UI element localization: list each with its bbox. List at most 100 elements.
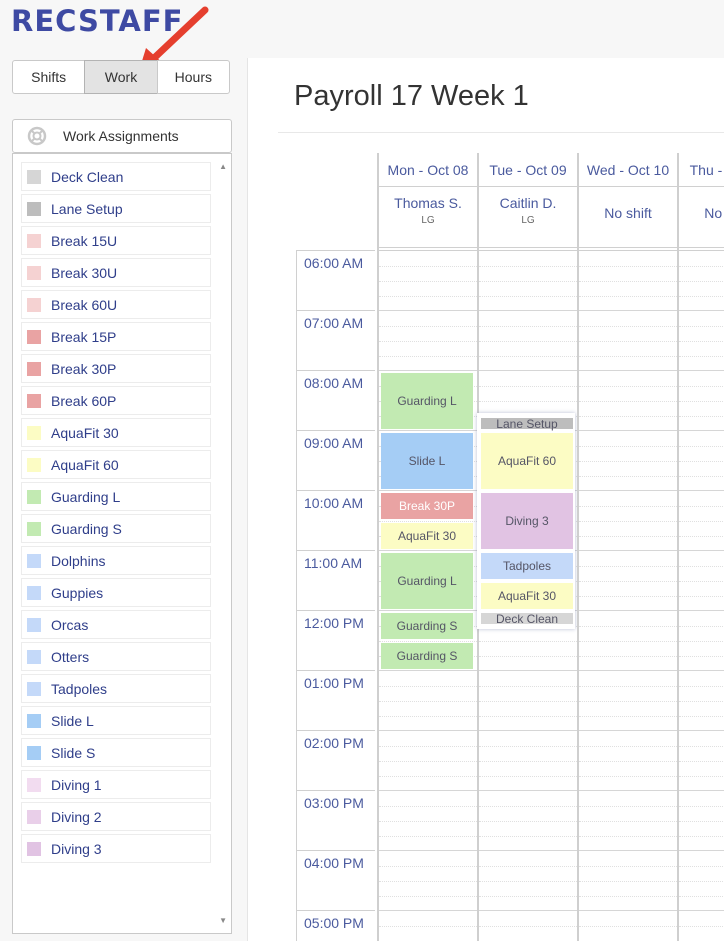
staff-cell[interactable]: No shift (579, 187, 677, 248)
hour-line (379, 670, 477, 671)
quarter-hour-line (479, 776, 577, 777)
view-tabs: Shifts Work Hours (12, 60, 230, 94)
work-assignment-item[interactable]: Deck Clean (21, 162, 211, 191)
work-assignment-item[interactable]: Guppies (21, 578, 211, 607)
scroll-up-arrow-icon[interactable]: ▲ (219, 162, 227, 171)
quarter-hour-line (579, 356, 677, 357)
quarter-hour-line (479, 836, 577, 837)
hour-line (379, 790, 477, 791)
quarter-hour-line (679, 896, 724, 897)
time-slot: 03:00 PM (297, 791, 375, 851)
assignment-block[interactable]: Break 30P (381, 493, 473, 519)
quarter-hour-line (579, 461, 677, 462)
assignment-label: AquaFit 60 (497, 454, 557, 468)
assignment-block[interactable]: Diving 3 (481, 493, 573, 549)
assignment-block[interactable]: Guarding L (381, 373, 473, 429)
work-assignment-item[interactable]: Orcas (21, 610, 211, 639)
assignment-block[interactable]: Guarding S (381, 613, 473, 639)
work-assignment-item[interactable]: Lane Setup (21, 194, 211, 223)
work-assignment-item[interactable]: Break 15U (21, 226, 211, 255)
quarter-hour-line (579, 896, 677, 897)
quarter-hour-line (679, 386, 724, 387)
assignment-block[interactable]: AquaFit 30 (381, 523, 473, 549)
work-assignment-label: Diving 3 (51, 840, 102, 857)
work-assignment-item[interactable]: Slide S (21, 738, 211, 767)
hour-line (579, 910, 677, 911)
work-assignment-label: Slide S (51, 744, 96, 761)
hour-line (679, 370, 724, 371)
assignment-label: Slide L (408, 454, 446, 468)
time-label: 02:00 PM (304, 735, 364, 751)
tab-shifts[interactable]: Shifts (12, 60, 86, 94)
work-assignment-item[interactable]: Break 30U (21, 258, 211, 287)
work-assignment-item[interactable]: Tadpoles (21, 674, 211, 703)
hour-line (379, 910, 477, 911)
quarter-hour-line (579, 566, 677, 567)
quarter-hour-line (479, 356, 577, 357)
day-column[interactable]: Guarding L Slide L Break 30P AquaFit 30 Guar… (377, 250, 477, 941)
work-assignment-item[interactable]: Break 30P (21, 354, 211, 383)
assignment-block[interactable]: Guarding L (381, 553, 473, 609)
hour-line (679, 430, 724, 431)
day-column[interactable] (577, 250, 677, 941)
quarter-hour-line (379, 701, 477, 702)
work-assignment-item[interactable]: Guarding L (21, 482, 211, 511)
assignment-label: Guarding L (397, 394, 457, 408)
quarter-hour-line (679, 626, 724, 627)
hour-line (479, 790, 577, 791)
quarter-hour-line (579, 266, 677, 267)
work-assignment-item[interactable]: Otters (21, 642, 211, 671)
work-assignment-item[interactable]: Diving 1 (21, 770, 211, 799)
quarter-hour-line (479, 266, 577, 267)
staff-cell[interactable]: Thomas S. LG (379, 187, 477, 248)
quarter-hour-line (579, 821, 677, 822)
day-column[interactable] (677, 250, 724, 941)
quarter-hour-line (579, 626, 677, 627)
work-assignment-item[interactable]: Break 60P (21, 386, 211, 415)
assignment-block[interactable]: AquaFit 30 (481, 583, 573, 609)
work-assignments-list: ▲ ▼ Deck Clean Lane Setup Break 15U Break 3… (12, 153, 232, 934)
quarter-hour-line (479, 686, 577, 687)
assignment-block[interactable]: AquaFit 60 (481, 433, 573, 489)
hour-line (379, 310, 477, 311)
work-assignment-item[interactable]: AquaFit 30 (21, 418, 211, 447)
assignment-block[interactable]: Lane Setup (481, 417, 573, 431)
quarter-hour-line (379, 836, 477, 837)
staff-cell[interactable]: No shift (679, 187, 724, 248)
time-slot: 07:00 AM (297, 311, 375, 371)
work-assignment-item[interactable]: Guarding S (21, 514, 211, 543)
assignment-block[interactable]: Slide L (381, 433, 473, 489)
time-slot: 06:00 AM (297, 251, 375, 311)
color-swatch (27, 297, 41, 312)
work-assignment-item[interactable]: Diving 3 (21, 834, 211, 863)
assignment-block[interactable]: Tadpoles (481, 553, 573, 579)
hour-line (679, 670, 724, 671)
quarter-hour-line (379, 896, 477, 897)
work-assignment-item[interactable]: Dolphins (21, 546, 211, 575)
work-assignment-label: Diving 1 (51, 776, 102, 793)
quarter-hour-line (579, 341, 677, 342)
tab-work[interactable]: Work (84, 60, 158, 94)
quarter-hour-line (379, 806, 477, 807)
tab-hours[interactable]: Hours (156, 60, 230, 94)
quarter-hour-line (679, 836, 724, 837)
work-assignments-header[interactable]: Work Assignments (12, 119, 232, 153)
quarter-hour-line (679, 761, 724, 762)
assignment-block[interactable]: Deck Clean (481, 612, 573, 626)
work-assignment-item[interactable]: AquaFit 60 (21, 450, 211, 479)
quarter-hour-line (679, 296, 724, 297)
assignment-block[interactable]: Guarding S (381, 643, 473, 669)
quarter-hour-line (379, 296, 477, 297)
work-assignment-item[interactable]: Break 60U (21, 290, 211, 319)
staff-cell[interactable]: Caitlin D. LG (479, 187, 577, 248)
scroll-down-arrow-icon[interactable]: ▼ (219, 916, 227, 925)
hour-line (479, 730, 577, 731)
assignment-label: Tadpoles (502, 559, 552, 573)
work-assignment-item[interactable]: Slide L (21, 706, 211, 735)
day-column[interactable]: Lane Setup AquaFit 60 Diving 3 Tadpoles Aqua… (477, 250, 577, 941)
work-assignment-item[interactable]: Diving 2 (21, 802, 211, 831)
quarter-hour-line (379, 641, 477, 642)
work-assignment-item[interactable]: Break 15P (21, 322, 211, 351)
time-label: 12:00 PM (304, 615, 364, 631)
quarter-hour-line (579, 701, 677, 702)
